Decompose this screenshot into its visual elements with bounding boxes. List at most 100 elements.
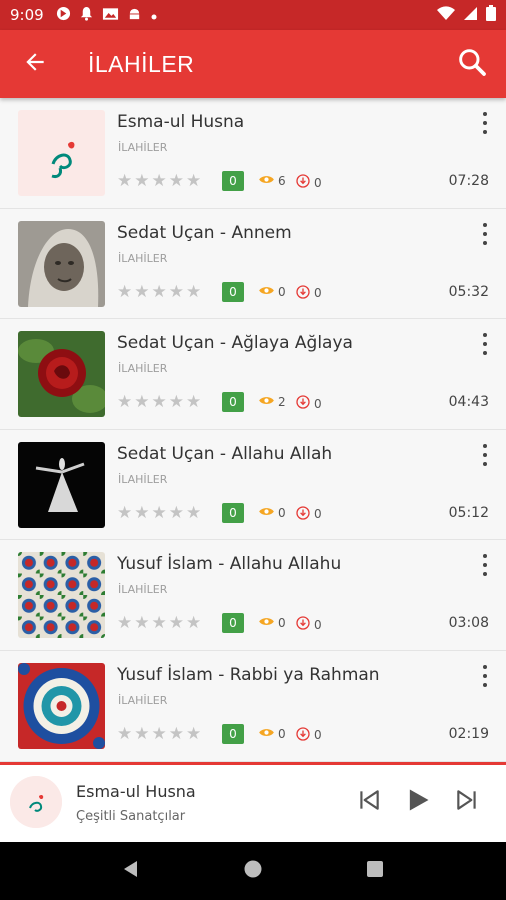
star-icon[interactable]: ★ [117,392,132,412]
star-icon[interactable]: ★ [152,282,167,302]
more-options-button[interactable] [480,112,490,134]
song-thumbnail [18,552,105,639]
download-count: 0 [296,395,322,412]
star-icon[interactable]: ★ [169,613,184,633]
star-icon[interactable]: ★ [169,503,184,523]
star-icon[interactable]: ★ [134,503,149,523]
song-duration: 04:43 [448,394,489,411]
song-title: Sedat Uçan - Annem [117,222,292,243]
list-item[interactable]: Sedat Uçan - Ağlaya Ağlaya İLAHİLER ★ ★ ★ ★… [0,319,506,430]
skip-previous-button[interactable] [354,787,384,817]
star-icon[interactable]: ★ [169,282,184,302]
system-nav-bar [0,842,506,900]
star-icon[interactable]: ★ [134,724,149,744]
download-icon [296,727,310,744]
star-icon[interactable]: ★ [117,171,132,191]
star-icon[interactable]: ★ [134,282,149,302]
rating-stars[interactable]: ★ ★ ★ ★ ★ [117,282,201,302]
eye-icon [258,285,275,299]
signal-icon [463,6,478,25]
star-icon[interactable]: ★ [169,392,184,412]
image-icon [102,6,119,25]
star-icon[interactable]: ★ [134,392,149,412]
play-button[interactable] [403,787,433,817]
back-button[interactable] [0,30,70,98]
song-title: Esma-ul Husna [117,112,245,132]
list-item[interactable]: Yusuf İslam - Rabbi ya Rahman İLAHİLER ★… [0,650,506,762]
dot-icon [150,6,158,25]
eye-icon [258,395,275,409]
song-category: İLAHİLER [118,362,168,376]
star-icon[interactable]: ★ [117,613,132,633]
download-count-value: 0 [314,175,322,190]
star-icon[interactable]: ★ [117,282,132,302]
song-category: İLAHİLER [118,251,168,265]
status-bar: 9:09 [0,0,506,30]
star-icon[interactable]: ★ [152,392,167,412]
nav-home-button[interactable] [238,856,268,886]
more-options-button[interactable] [480,554,490,577]
song-thumbnail [18,220,105,307]
arrow-left-icon [22,49,48,79]
song-list[interactable]: Esma-ul Husna İLAHİLER ★ ★ ★ ★ ★ 0 6 0 07:28 [0,98,506,762]
back-triangle-icon [121,859,141,883]
rating-stars[interactable]: ★ ★ ★ ★ ★ [117,392,201,412]
star-icon[interactable]: ★ [186,171,201,191]
star-icon[interactable]: ★ [152,503,167,523]
list-item[interactable]: Sedat Uçan - Allahu Allah İLAHİLER ★ ★ ★ ★ ★… [0,429,506,541]
star-icon[interactable]: ★ [186,282,201,302]
star-icon[interactable]: ★ [169,171,184,191]
view-count: 6 [258,174,286,188]
rating-stars[interactable]: ★ ★ ★ ★ ★ [117,171,201,191]
star-icon[interactable]: ★ [186,613,201,633]
skip-next-icon [454,787,480,817]
list-item[interactable]: Sedat Uçan - Annem İLAHİLER ★ ★ ★ ★ ★ 0 0 0 … [0,208,506,320]
star-icon[interactable]: ★ [186,503,201,523]
view-count-value: 0 [278,616,286,631]
home-circle-icon [243,859,263,883]
more-options-button[interactable] [480,222,490,245]
star-icon[interactable]: ★ [152,171,167,191]
rating-badge: 0 [222,723,244,744]
more-options-button[interactable] [480,664,490,687]
download-icon [296,174,310,191]
search-button[interactable] [438,30,506,98]
eye-icon [258,727,275,741]
star-icon[interactable]: ★ [186,392,201,412]
player-artwork[interactable] [10,776,62,828]
view-count-value: 0 [278,726,286,741]
rating-stars[interactable]: ★ ★ ★ ★ ★ [117,503,201,523]
nav-recents-button[interactable] [360,856,390,886]
nav-back-button[interactable] [116,856,146,886]
song-title: Sedat Uçan - Allahu Allah [117,443,333,464]
rating-badge: 0 [222,171,244,191]
song-duration: 03:08 [448,615,489,632]
rating-stars[interactable]: ★ ★ ★ ★ ★ [117,724,201,744]
star-icon[interactable]: ★ [117,724,132,744]
eye-icon [258,174,275,188]
download-count: 0 [296,616,322,633]
search-icon [456,46,488,82]
skip-next-button[interactable] [452,787,482,817]
star-icon[interactable]: ★ [169,724,184,744]
wifi-icon [437,5,455,25]
status-time: 9:09 [10,6,44,24]
star-icon[interactable]: ★ [186,724,201,744]
rating-badge: 0 [222,281,244,302]
download-count-value: 0 [314,396,322,411]
star-icon[interactable]: ★ [152,724,167,744]
eye-icon [258,616,275,630]
list-item[interactable]: Esma-ul Husna İLAHİLER ★ ★ ★ ★ ★ 0 6 0 07:28 [0,98,506,209]
star-icon[interactable]: ★ [152,613,167,633]
song-thumbnail [18,441,105,528]
star-icon[interactable]: ★ [117,503,132,523]
more-options-button[interactable] [480,443,490,466]
view-count: 0 [258,506,286,520]
more-options-button[interactable] [480,333,490,356]
rating-stars[interactable]: ★ ★ ★ ★ ★ [117,613,201,633]
list-item[interactable]: Yusuf İslam - Allahu Allahu İLAHİLER ★ ★ ★… [0,540,506,651]
star-icon[interactable]: ★ [134,171,149,191]
star-icon[interactable]: ★ [134,613,149,633]
player-title: Esma-ul Husna [76,782,196,801]
mini-player[interactable]: Esma-ul Husna Çeşitli Sanatçılar [0,762,506,842]
